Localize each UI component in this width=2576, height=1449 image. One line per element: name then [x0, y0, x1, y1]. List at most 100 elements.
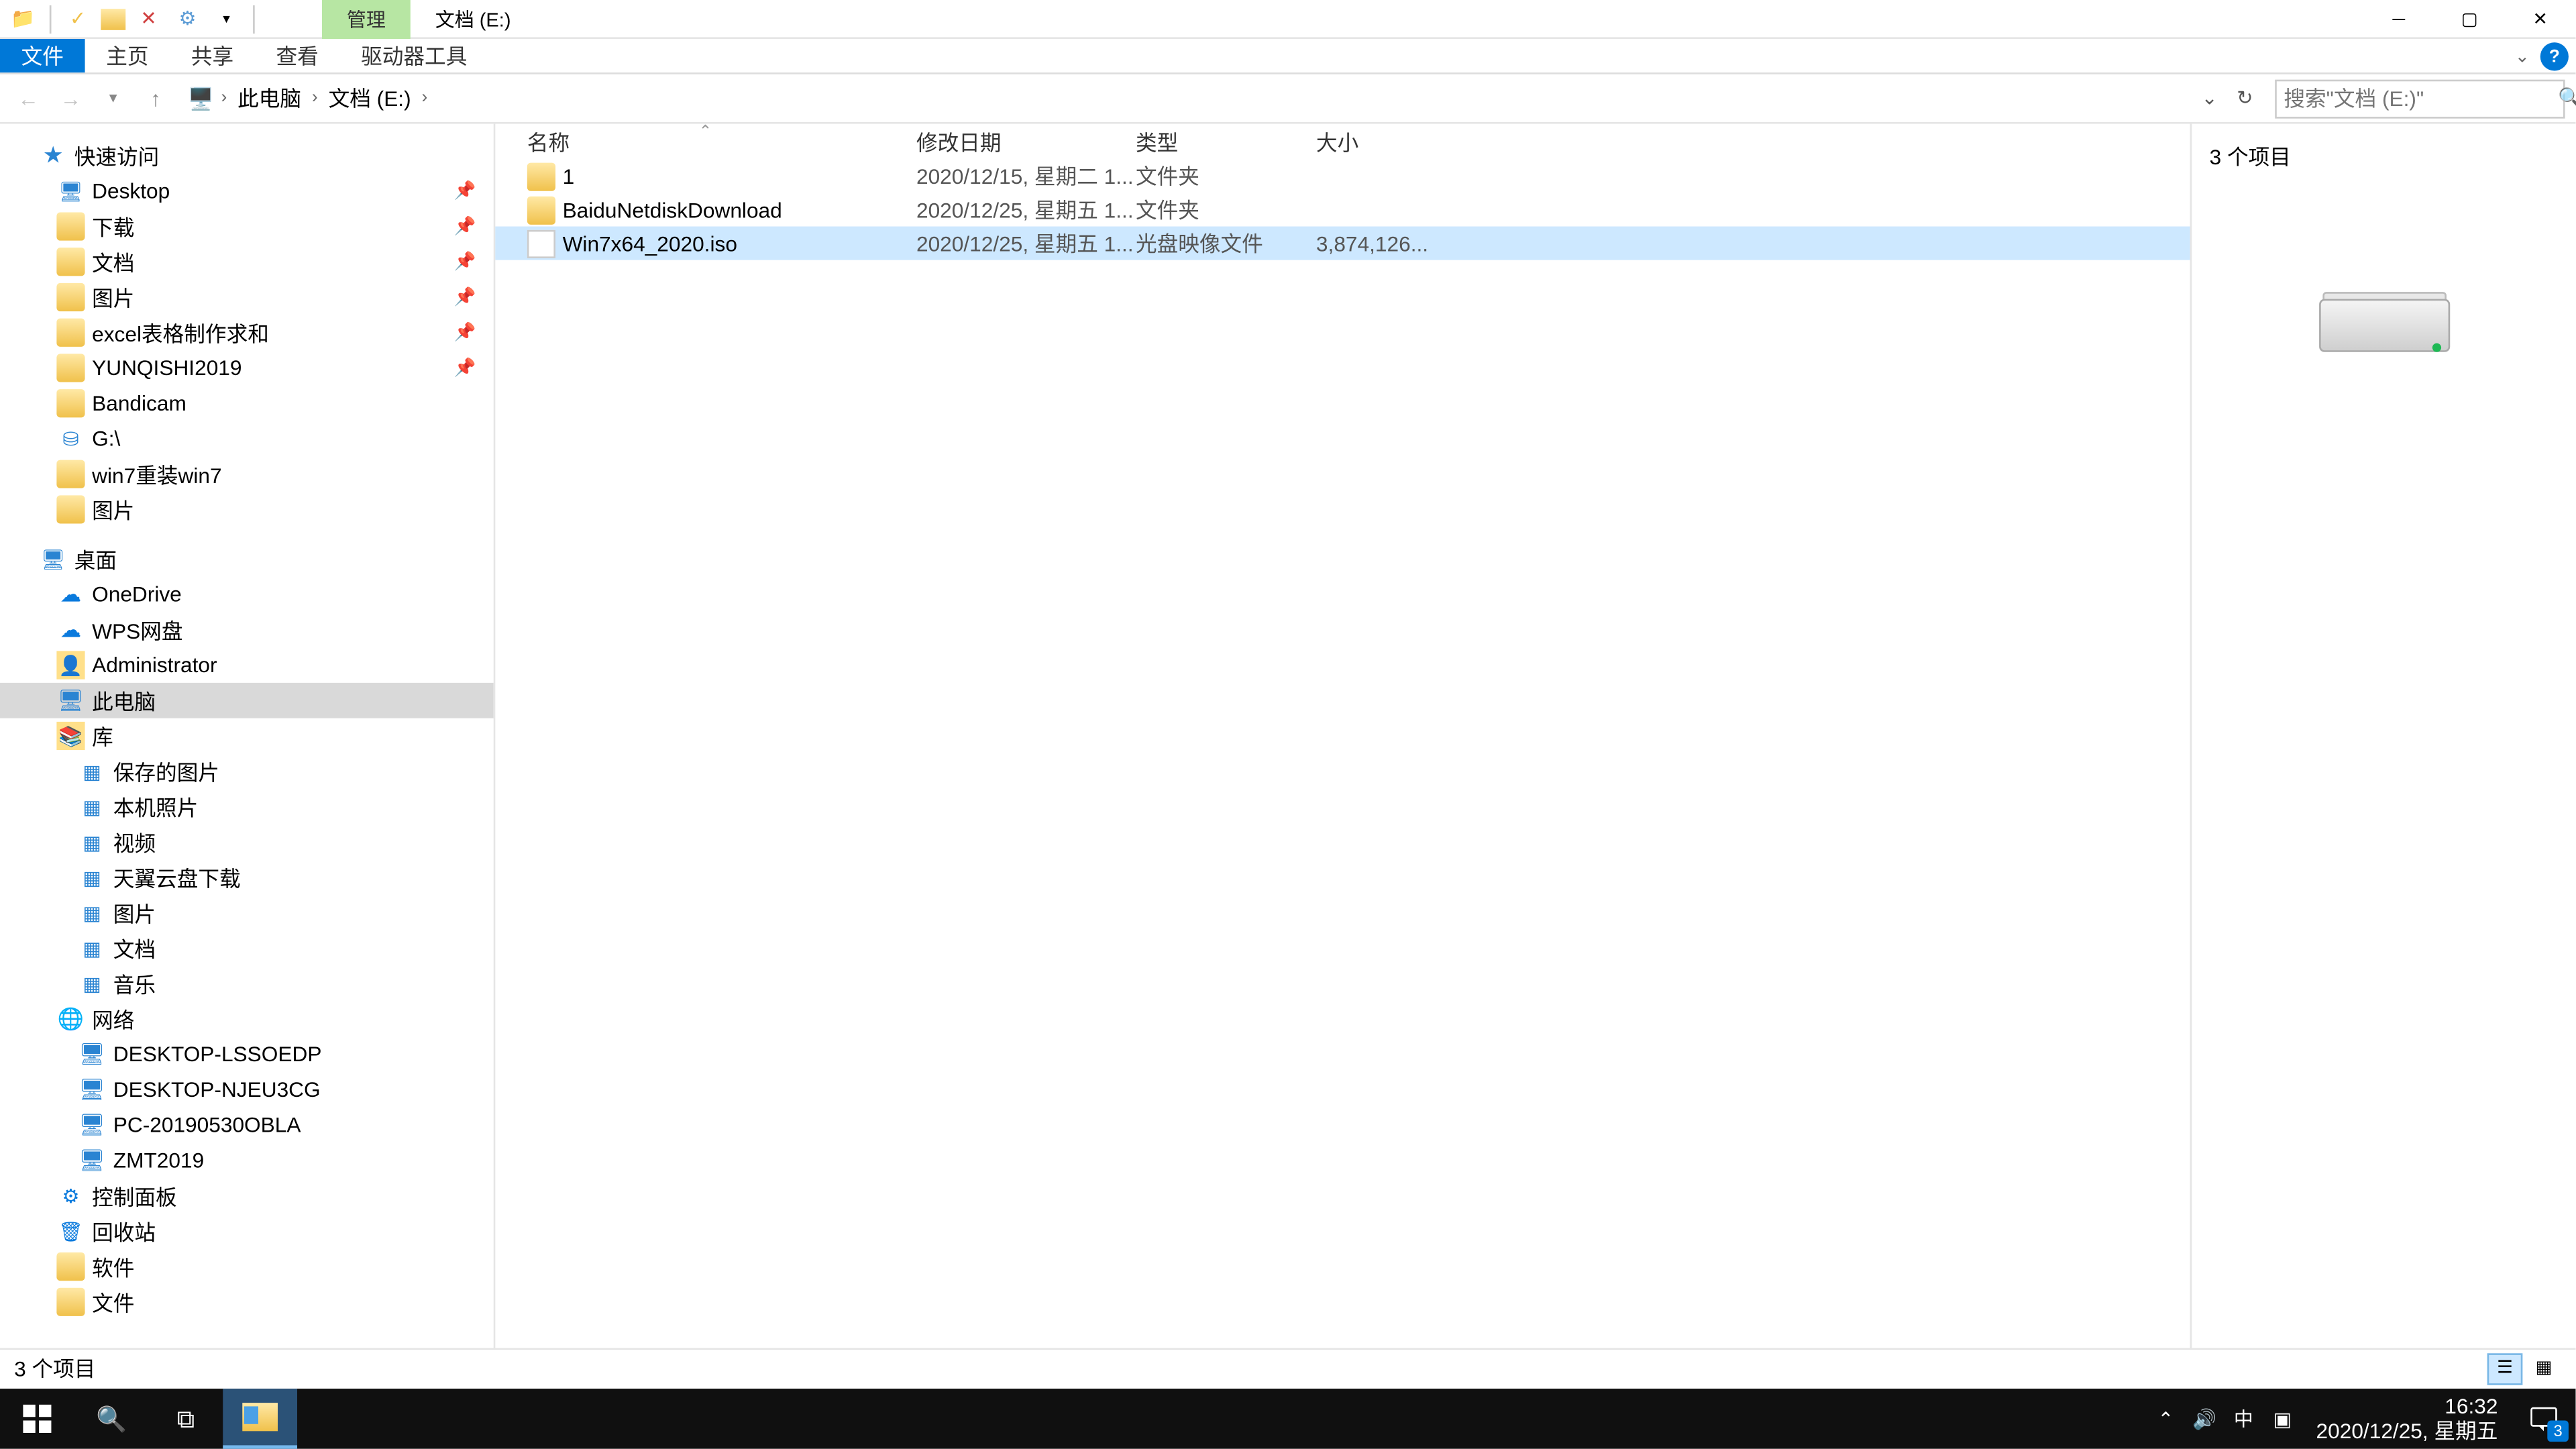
cloud-icon: ☁ [56, 580, 85, 608]
recent-locations-dropdown[interactable]: ▾ [95, 80, 131, 116]
expand-ribbon-icon[interactable]: ⌄ [2515, 42, 2530, 70]
nav-item[interactable]: 🖥此电脑 [0, 683, 494, 718]
qat-close-icon[interactable]: ✕ [133, 3, 164, 34]
recycle-bin-icon: 🗑 [56, 1217, 85, 1245]
nav-label: Administrator [92, 653, 217, 678]
user-icon: 👤 [56, 651, 85, 679]
address-dropdown-icon[interactable]: ⌄ [2194, 83, 2225, 114]
qat-gear-icon[interactable]: ⚙ [172, 3, 203, 34]
nav-item[interactable]: excel表格制作求和📌 [0, 315, 494, 350]
task-view-button[interactable]: ⧉ [149, 1389, 223, 1449]
action-center-button[interactable]: 3 [2512, 1389, 2576, 1449]
qat-check-icon[interactable]: ✓ [62, 3, 93, 34]
refresh-icon[interactable]: ↻ [2229, 83, 2261, 114]
search-box[interactable]: 🔍 [2275, 78, 2565, 117]
qat-dropdown-icon[interactable]: ▾ [211, 3, 242, 34]
nav-item[interactable]: 👤 Administrator [0, 647, 494, 683]
nav-item[interactable]: 🖥DESKTOP-LSSOEDP [0, 1036, 494, 1072]
nav-label: Desktop [92, 178, 170, 203]
tab-drive-tools[interactable]: 驱动器工具 [339, 39, 488, 72]
nav-item[interactable]: win7重装win7 [0, 456, 494, 492]
tab-file[interactable]: 文件 [0, 39, 85, 72]
file-row[interactable]: 1 2020/12/15, 星期二 1... 文件夹 [495, 159, 2190, 193]
nav-item[interactable]: ▦本机照片 [0, 789, 494, 824]
folder-icon [56, 495, 85, 523]
nav-item[interactable]: YUNQISHI2019📌 [0, 350, 494, 386]
nav-item[interactable]: ▦音乐 [0, 966, 494, 1002]
nav-item[interactable]: 下载📌 [0, 209, 494, 244]
minimize-button[interactable]: ─ [2363, 0, 2434, 39]
file-date: 2020/12/25, 星期五 1... [916, 228, 1136, 258]
column-name[interactable]: 名称 [527, 127, 916, 157]
file-row[interactable]: BaiduNetdiskDownload 2020/12/25, 星期五 1..… [495, 193, 2190, 226]
column-date[interactable]: 修改日期 [916, 127, 1136, 157]
computer-icon: 🖥 [78, 1111, 106, 1139]
breadcrumb-volume[interactable]: 文档 (E:) [325, 83, 415, 113]
volume-icon[interactable]: 🔊 [2185, 1389, 2224, 1449]
clock[interactable]: 16:32 2020/12/25, 星期五 [2302, 1394, 2512, 1444]
nav-item[interactable]: ⛁G:\ [0, 421, 494, 457]
nav-label: 保存的图片 [113, 756, 219, 786]
column-type[interactable]: 类型 [1136, 127, 1316, 157]
nav-item[interactable]: 🗑回收站 [0, 1214, 494, 1249]
tab-home[interactable]: 主页 [85, 39, 170, 72]
nav-quick-access[interactable]: ★ 快速访问 [0, 138, 494, 174]
nav-item[interactable]: 文件 [0, 1284, 494, 1320]
file-row[interactable]: Win7x64_2020.iso 2020/12/25, 星期五 1... 光盘… [495, 227, 2190, 260]
nav-item[interactable]: Bandicam [0, 386, 494, 421]
explorer-icon [242, 1403, 278, 1431]
manage-contextual-tab[interactable]: 管理 [322, 0, 411, 38]
forward-button[interactable]: → [53, 80, 89, 116]
nav-item[interactable]: ☁ OneDrive [0, 577, 494, 612]
folder-icon [56, 212, 85, 240]
breadcrumb-this-pc[interactable]: 此电脑 [234, 83, 305, 113]
close-button[interactable]: ✕ [2505, 0, 2575, 39]
star-icon: ★ [39, 142, 67, 170]
tab-share[interactable]: 共享 [170, 39, 255, 72]
search-icon[interactable]: 🔍 [2558, 87, 2576, 109]
nav-item[interactable]: ☁WPS网盘 [0, 612, 494, 647]
column-size[interactable]: 大小 [1316, 127, 1419, 157]
tray-expand-icon[interactable]: ⌃ [2146, 1389, 2185, 1449]
nav-item[interactable]: 图片📌 [0, 280, 494, 315]
breadcrumb[interactable]: 🖥️ › 此电脑 › 文档 (E:) › [180, 83, 2186, 113]
chevron-right-icon[interactable]: › [217, 89, 230, 108]
nav-item[interactable]: ▦保存的图片 [0, 753, 494, 789]
ime-indicator[interactable]: 中 [2224, 1389, 2263, 1449]
nav-item[interactable]: 文档📌 [0, 244, 494, 280]
nav-item[interactable]: 🖥PC-20190530OBLA [0, 1108, 494, 1143]
nav-item[interactable]: ▦图片 [0, 895, 494, 930]
file-name: BaiduNetdiskDownload [563, 197, 916, 222]
pin-icon: 📌 [454, 181, 476, 201]
nav-item[interactable]: 图片 [0, 492, 494, 527]
nav-item[interactable]: 📚库 [0, 718, 494, 754]
search-input[interactable] [2284, 86, 2558, 111]
icons-view-button[interactable]: ▦ [2526, 1352, 2562, 1384]
start-button[interactable] [0, 1389, 74, 1449]
details-view-button[interactable]: ☰ [2487, 1352, 2523, 1384]
nav-network[interactable]: 🌐 网络 [0, 1002, 494, 1037]
up-button[interactable]: ↑ [138, 80, 174, 116]
nav-item[interactable]: ⚙控制面板 [0, 1178, 494, 1214]
computer-icon: 🖥 [78, 1146, 106, 1175]
chevron-right-icon[interactable]: › [418, 89, 431, 108]
nav-item[interactable]: ▦天翼云盘下载 [0, 860, 494, 896]
chevron-right-icon[interactable]: › [309, 89, 321, 108]
search-button[interactable]: 🔍 [74, 1389, 149, 1449]
maximize-button[interactable]: ▢ [2434, 0, 2505, 39]
qat-folder-icon[interactable] [101, 8, 125, 30]
nav-item[interactable]: 🖥DESKTOP-NJEU3CG [0, 1072, 494, 1108]
nav-item[interactable]: 🖥ZMT2019 [0, 1143, 494, 1179]
nav-item[interactable]: ▦视频 [0, 824, 494, 860]
nav-label: 视频 [113, 827, 156, 857]
nav-item[interactable]: ▦文档 [0, 930, 494, 966]
nav-desktop[interactable]: 🖥 桌面 [0, 541, 494, 577]
nav-label: OneDrive [92, 582, 182, 607]
tab-view[interactable]: 查看 [255, 39, 340, 72]
help-icon[interactable]: ? [2540, 42, 2569, 70]
nav-item[interactable]: 🖥Desktop📌 [0, 173, 494, 209]
nav-item[interactable]: 软件 [0, 1249, 494, 1285]
taskbar-explorer[interactable] [223, 1389, 297, 1449]
back-button[interactable]: ← [11, 80, 46, 116]
tray-app-icon[interactable]: ▣ [2263, 1389, 2302, 1449]
